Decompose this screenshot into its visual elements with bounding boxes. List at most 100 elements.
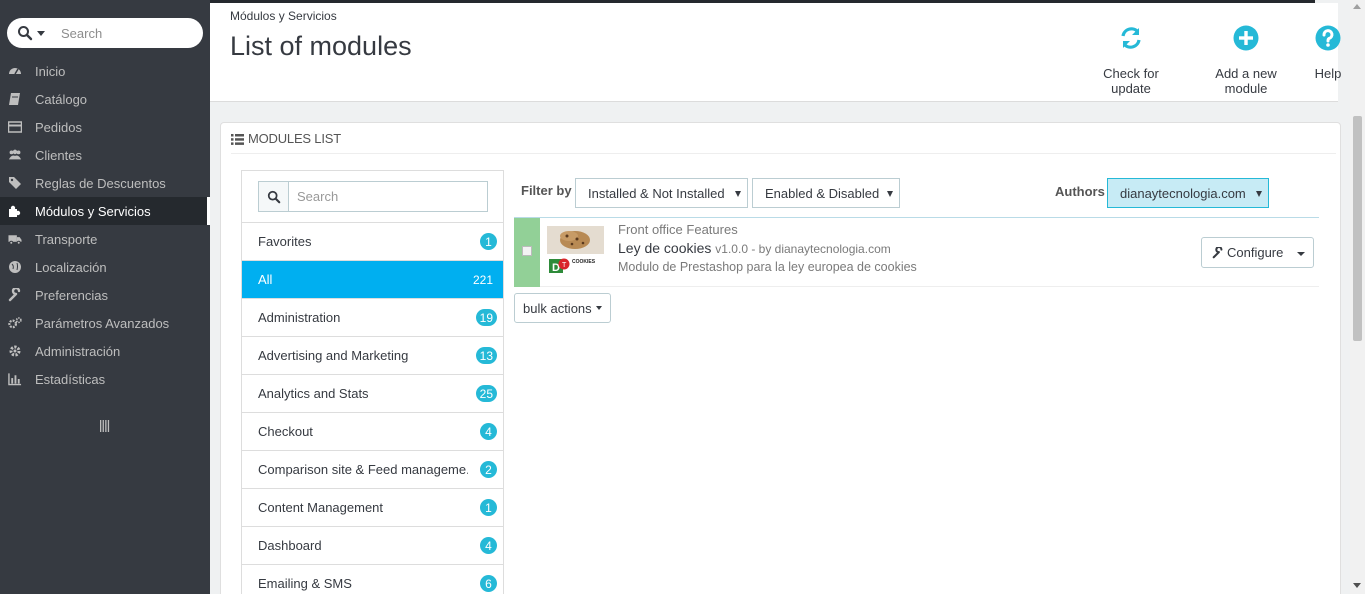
authors-label: Authors [1055, 184, 1105, 199]
module-checkbox[interactable] [522, 246, 532, 256]
category-item-dashboard[interactable]: Dashboard 4 [242, 527, 503, 565]
plus-circle-icon [1233, 25, 1259, 51]
category-count-badge: 221 [472, 272, 493, 287]
sidebar-item-label: Módulos y Servicios [35, 203, 151, 219]
sidebar-item-clientes[interactable]: Clientes [0, 141, 210, 169]
check-update-button[interactable]: Check for update [1082, 25, 1180, 96]
category-count-badge: 19 [475, 309, 497, 326]
add-module-button[interactable]: Add a new module [1193, 25, 1299, 96]
category-name: Advertising and Marketing [258, 348, 409, 363]
sidebar-item-administracion[interactable]: Administración [0, 337, 210, 365]
sidebar-search[interactable]: Search [7, 18, 203, 48]
category-name: Comparison site & Feed manageme... [258, 462, 468, 477]
users-icon [8, 148, 22, 162]
category-item-all[interactable]: All 221 [242, 261, 503, 299]
tags-icon [8, 176, 22, 190]
sidebar-item-label: Reglas de Descuentos [35, 175, 166, 191]
help-button[interactable]: Help [1310, 25, 1346, 81]
category-name: Analytics and Stats [258, 386, 369, 401]
install-filter-value: Installed & Not Installed [588, 185, 725, 201]
sidebar-item-localizacion[interactable]: Localización [0, 253, 210, 281]
truck-icon [8, 232, 22, 246]
category-search: Search [242, 171, 503, 223]
category-item-analytics[interactable]: Analytics and Stats 25 [242, 375, 503, 413]
sidebar-item-modulos[interactable]: Módulos y Servicios [0, 197, 210, 225]
page-title: List of modules [230, 31, 412, 61]
sidebar-item-label: Clientes [35, 147, 82, 163]
category-search-group[interactable]: Search [258, 181, 488, 212]
category-item-administration[interactable]: Administration 19 [242, 299, 503, 337]
bulk-actions-button[interactable]: bulk actions [514, 293, 611, 323]
question-circle-icon [1315, 25, 1341, 51]
page-scrollbar[interactable] [1350, 0, 1365, 594]
add-module-label: Add a new module [1215, 66, 1277, 96]
caret-down-icon [595, 306, 602, 310]
configure-label: Configure [1227, 245, 1284, 260]
sidebar-item-transporte[interactable]: Transporte [0, 225, 210, 253]
sidebar-item-label: Catálogo [35, 91, 88, 107]
category-name: All [258, 272, 273, 287]
category-name: Checkout [258, 424, 313, 439]
sidebar: Search Inicio Catálogo Pedidos Clientes … [0, 0, 210, 594]
chevron-down-icon [887, 191, 893, 197]
module-title: Ley de cookies v1.0.0 - by dianaytecnolo… [618, 240, 891, 256]
category-name: Content Management [258, 500, 384, 515]
scroll-down-arrow[interactable] [1353, 583, 1361, 588]
search-icon [259, 182, 289, 211]
bulk-actions-label: bulk actions [523, 300, 592, 316]
refresh-icon [1118, 25, 1144, 51]
sidebar-item-label: Localización [35, 259, 107, 275]
sidebar-item-parametros[interactable]: Parámetros Avanzados [0, 309, 210, 337]
authors-filter-value: dianaytecnologia.com [1120, 185, 1246, 201]
chevron-down-icon[interactable] [1297, 252, 1305, 256]
authors-filter-select[interactable]: dianaytecnologia.com [1107, 178, 1269, 208]
sidebar-nav: Inicio Catálogo Pedidos Clientes Reglas … [0, 57, 210, 393]
install-filter-select[interactable]: Installed & Not Installed [575, 178, 748, 208]
book-icon [8, 92, 22, 106]
module-logo: D T COOKIES [547, 226, 604, 276]
sidebar-item-inicio[interactable]: Inicio [0, 57, 210, 85]
category-list: Search Favorites 1 All 221 Administration 1… [241, 170, 504, 594]
check-update-label: Check for update [1103, 66, 1159, 96]
sidebar-search-input[interactable]: Search [61, 26, 102, 41]
breadcrumb[interactable]: Módulos y Servicios [230, 9, 337, 23]
category-name: Dashboard [258, 538, 322, 553]
search-icon[interactable] [17, 25, 33, 41]
sidebar-item-preferencias[interactable]: Preferencias [0, 281, 210, 309]
category-name: Emailing & SMS [258, 576, 352, 591]
sidebar-item-reglas[interactable]: Reglas de Descuentos [0, 169, 210, 197]
category-count-badge: 1 [480, 233, 497, 250]
module-category: Front office Features [618, 222, 738, 237]
dashboard-icon [8, 64, 22, 78]
scrollbar-thumb[interactable] [1353, 116, 1362, 341]
sidebar-item-pedidos[interactable]: Pedidos [0, 113, 210, 141]
sidebar-item-estadisticas[interactable]: Estadísticas [0, 365, 210, 393]
category-name: Favorites [258, 234, 312, 249]
sidebar-item-label: Parámetros Avanzados [35, 315, 170, 331]
category-item-favorites[interactable]: Favorites 1 [242, 223, 503, 261]
module-logo-text: COOKIES [572, 259, 596, 265]
sidebar-item-catalogo[interactable]: Catálogo [0, 85, 210, 113]
wrench-icon [1212, 245, 1224, 259]
category-item-checkout[interactable]: Checkout 4 [242, 413, 503, 451]
sidebar-item-label: Estadísticas [35, 371, 106, 387]
category-search-input[interactable]: Search [297, 189, 338, 204]
category-count-badge: 6 [480, 575, 497, 592]
puzzle-icon [8, 204, 22, 218]
modules-panel: Modules list Search Favorites 1 All 221 Ad… [220, 122, 1341, 594]
category-item-comparison[interactable]: Comparison site & Feed manageme... 2 [242, 451, 503, 489]
status-filter-select[interactable]: Enabled & Disabled [752, 178, 900, 208]
module-description: Modulo de Prestashop para la ley europea… [618, 260, 917, 274]
configure-button[interactable]: Configure [1201, 237, 1314, 268]
category-item-advertising[interactable]: Advertising and Marketing 13 [242, 337, 503, 375]
panel-heading-label: Modules list [248, 130, 341, 146]
module-status-bar [514, 218, 540, 287]
sidebar-collapse-icon[interactable] [99, 419, 111, 433]
cogs-icon [8, 316, 22, 330]
category-item-content[interactable]: Content Management 1 [242, 489, 503, 527]
scroll-up-arrow[interactable] [1353, 4, 1361, 9]
category-item-emailing[interactable]: Emailing & SMS 6 [242, 565, 503, 594]
chevron-down-icon [1256, 191, 1262, 197]
chevron-down-icon [735, 191, 741, 197]
chevron-down-icon[interactable] [37, 30, 45, 36]
